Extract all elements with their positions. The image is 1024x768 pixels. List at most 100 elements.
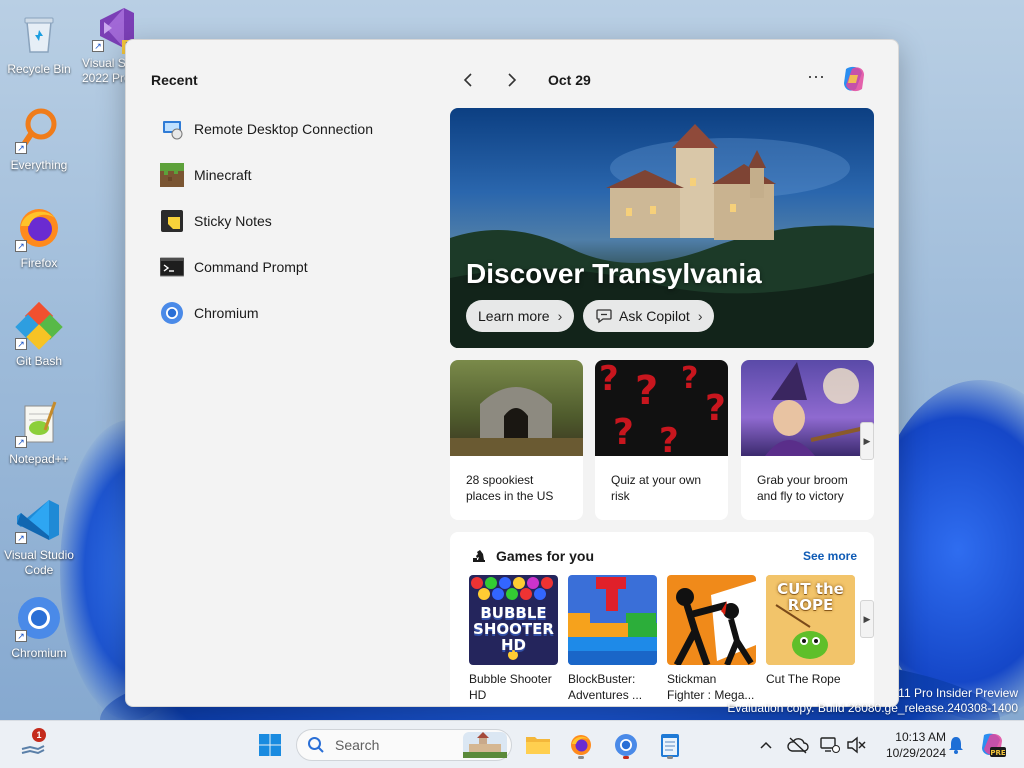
blockbuster-art: [568, 575, 657, 665]
more-options-button[interactable]: ···: [804, 66, 828, 90]
svg-text:?: ?: [613, 412, 634, 453]
games-scroll-right-button[interactable]: ▶: [860, 600, 874, 638]
ask-copilot-label: Ask Copilot: [619, 308, 690, 324]
chromium-icon: ↗: [15, 594, 63, 642]
chevron-right-icon: ›: [557, 308, 563, 324]
recent-item-chromium[interactable]: Chromium: [160, 290, 420, 336]
chat-bubble-icon: [596, 309, 612, 324]
vscode-icon: ↗: [15, 496, 63, 544]
desktop-icon-everything[interactable]: ↗ Everything: [1, 106, 77, 173]
chevron-right-icon: [508, 73, 517, 87]
everything-search-icon: ↗: [15, 106, 63, 154]
desktop-icon-chromium[interactable]: ↗ Chromium: [1, 594, 77, 661]
recent-item-label: Sticky Notes: [194, 213, 272, 229]
cards-scroll-right-button[interactable]: ▶: [860, 422, 874, 460]
stickman-fighter-art: [667, 575, 756, 665]
running-indicator: [578, 756, 584, 759]
bubble-shooter-logo: BUBBLE SHOOTER HD: [473, 604, 554, 654]
stone-tunnel-image: [450, 360, 583, 456]
game-tile-stickman-fighter[interactable]: Stickman Fighter : Mega...: [667, 575, 757, 703]
start-button[interactable]: [254, 729, 286, 761]
svg-text:?: ?: [635, 368, 658, 414]
learn-more-button[interactable]: Learn more ›: [466, 300, 575, 332]
volume-button[interactable]: [844, 733, 868, 757]
desktop-icon-label: Notepad++: [9, 452, 69, 466]
onedrive-status-button[interactable]: [786, 733, 810, 757]
cut-the-rope-art: CUT the ROPE: [766, 575, 855, 665]
cloud-offline-icon: [787, 737, 809, 754]
story-card-spookiest-places[interactable]: 28 spookiest places in the US: [450, 360, 583, 520]
search-icon: [308, 737, 324, 753]
running-indicator: [623, 756, 629, 759]
clock-date: 10/29/2024: [885, 746, 946, 760]
game-tile-cut-the-rope[interactable]: CUT the ROPE Cut The Rope: [766, 575, 856, 687]
git-bash-icon: ↗: [15, 301, 63, 350]
command-prompt-icon: [159, 255, 185, 279]
desktop-icon-git-bash[interactable]: ↗ Git Bash: [1, 301, 77, 369]
firefox-icon: [571, 735, 591, 755]
desktop-icon-label: Visual Studio Code: [4, 548, 74, 577]
shortcut-arrow-icon: ↗: [15, 142, 27, 154]
game-tile-bubble-shooter[interactable]: BUBBLE SHOOTER HD Bubble Shooter HD: [469, 575, 559, 703]
chromium-icon: [615, 734, 637, 756]
previous-day-button[interactable]: [456, 68, 480, 92]
desktop-icon-label: Firefox: [20, 256, 58, 270]
network-status-button[interactable]: [818, 733, 842, 757]
recent-item-command-prompt[interactable]: Command Prompt: [159, 244, 420, 290]
game-tile-blockbuster[interactable]: BlockBuster: Adventures ...: [568, 575, 658, 703]
date-navigation: Oct 29: [456, 68, 591, 92]
see-more-link[interactable]: See more: [803, 549, 857, 563]
story-card-quiz[interactable]: ?? ?? ?? Quiz at your own risk: [595, 360, 728, 520]
story-card-title: Grab your broom and fly to victory: [757, 473, 848, 503]
system-clock[interactable]: 10:13 AM 10/29/2024: [868, 729, 946, 761]
copilot-preview-button[interactable]: PRE: [978, 731, 1006, 759]
recent-item-sticky-notes[interactable]: Sticky Notes: [160, 198, 420, 244]
copilot-button[interactable]: [838, 63, 870, 95]
copilot-pre-icon: PRE: [982, 733, 1006, 757]
recent-apps-list: Remote Desktop Connection Minecraft Stic…: [159, 106, 420, 336]
shortcut-arrow-icon: ↗: [15, 436, 27, 448]
desktop-icon-firefox[interactable]: ↗ Firefox: [1, 204, 77, 271]
shortcut-arrow-icon: ↗: [15, 630, 27, 642]
story-card-title: 28 spookiest places in the US: [466, 473, 554, 503]
clock-time: 10:13 AM: [895, 730, 946, 744]
chromium-taskbar-button[interactable]: [610, 729, 642, 761]
taskbar-search-box[interactable]: Search: [296, 729, 512, 761]
question-marks-image: ?? ?? ??: [595, 360, 728, 456]
hero-title: Discover Transylvania: [466, 258, 762, 289]
sticky-notes-icon: [160, 209, 184, 233]
recent-item-minecraft[interactable]: Minecraft: [160, 152, 420, 198]
game-name: BlockBuster: Adventures ...: [568, 672, 643, 702]
next-day-button[interactable]: [500, 68, 524, 92]
desktop-icon-label: Git Bash: [15, 354, 63, 368]
recent-item-label: Command Prompt: [194, 259, 308, 275]
search-placeholder: Search: [335, 737, 380, 753]
minecraft-icon: [160, 163, 184, 187]
desktop-icon-label: Recycle Bin: [7, 62, 71, 76]
volume-muted-icon: [847, 736, 866, 754]
games-title: Games for you: [496, 548, 595, 564]
ask-copilot-button[interactable]: Ask Copilot ›: [583, 300, 715, 332]
shortcut-arrow-icon: ↗: [15, 240, 27, 252]
recent-item-label: Remote Desktop Connection: [194, 121, 373, 137]
watermark-line-2: Evaluation copy. Build 26080.ge_release.…: [727, 701, 1018, 715]
hero-story-card[interactable]: Discover Transylvania Learn more › Ask C…: [450, 108, 874, 348]
desktop-icon-label: Chromium: [11, 646, 67, 660]
shortcut-arrow-icon: ↗: [15, 532, 27, 544]
desktop-icon-notepad-plus-plus[interactable]: ↗ Notepad++: [1, 400, 77, 467]
file-explorer-taskbar-button[interactable]: [522, 729, 554, 761]
start-icon: [259, 734, 281, 756]
desktop-icon-recycle-bin[interactable]: Recycle Bin: [1, 10, 77, 77]
bubble-shooter-art: BUBBLE SHOOTER HD: [469, 575, 558, 665]
notification-center-button[interactable]: [944, 733, 968, 757]
story-card-broom[interactable]: Grab your broom and fly to victory: [741, 360, 874, 520]
desktop-icon-vscode[interactable]: ↗ Visual Studio Code: [1, 496, 77, 578]
notepad-taskbar-button[interactable]: [654, 729, 686, 761]
network-icon: [820, 737, 840, 753]
firefox-taskbar-button[interactable]: [565, 729, 597, 761]
recent-item-remote-desktop[interactable]: Remote Desktop Connection: [160, 106, 420, 152]
story-card-title: Quiz at your own risk: [611, 473, 702, 503]
show-hidden-icons-button[interactable]: [754, 733, 778, 757]
search-highlight-castle-icon: [463, 732, 507, 758]
learn-more-label: Learn more: [478, 308, 550, 324]
